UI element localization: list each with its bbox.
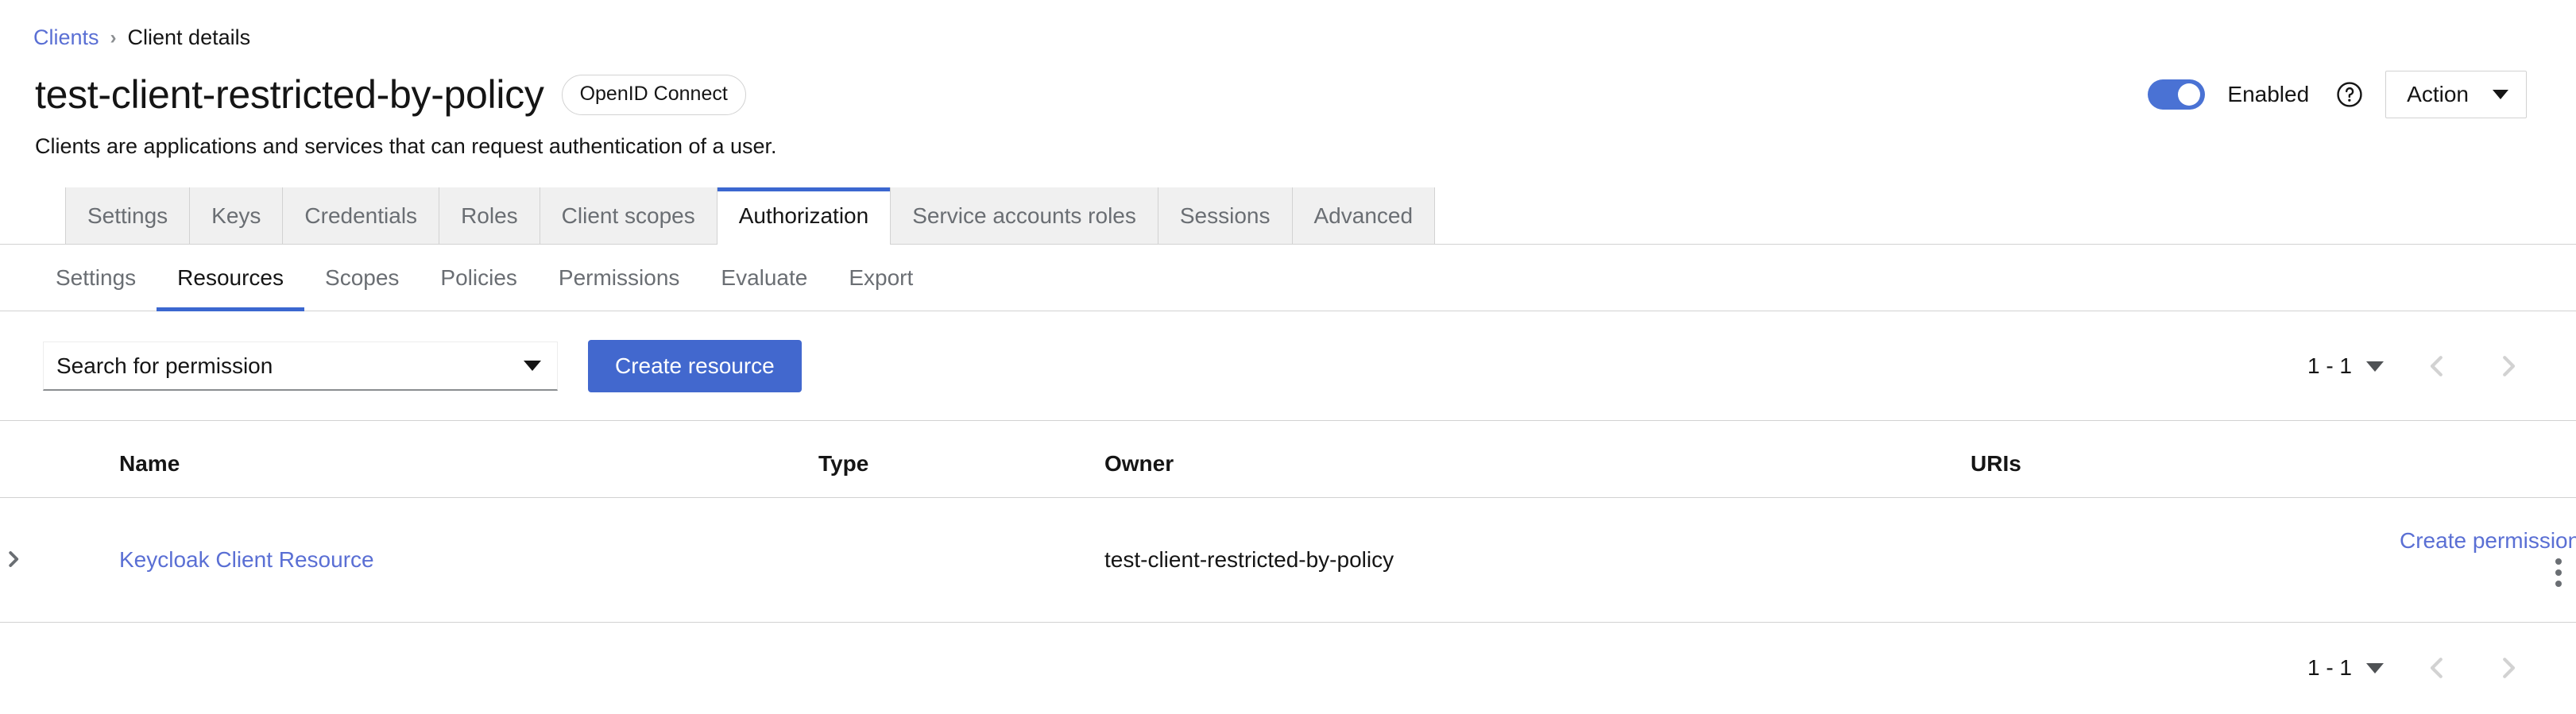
tab-client-scopes[interactable]: Client scopes — [540, 187, 717, 245]
column-header-expand — [0, 421, 119, 498]
caret-down-icon — [524, 361, 541, 371]
kebab-dot — [2555, 569, 2562, 576]
subtab-evaluate[interactable]: Evaluate — [700, 245, 828, 311]
subtab-label: Scopes — [325, 265, 399, 291]
page-title: test-client-restricted-by-policy — [35, 74, 544, 116]
column-header-uris: URIs — [1971, 421, 2400, 498]
pagination-prev-button[interactable] — [2419, 348, 2455, 384]
chevron-right-icon — [5, 549, 22, 569]
page-header-actions: Enabled Action — [2148, 71, 2527, 118]
row-expand-cell — [0, 498, 119, 623]
create-permission-link[interactable]: Create permission — [2400, 528, 2576, 553]
subtab-label: Permissions — [559, 265, 679, 291]
column-header-actions — [2400, 421, 2576, 498]
page-header-left: test-client-restricted-by-policy OpenID … — [35, 74, 746, 116]
pagination-range: 1 - 1 — [2307, 353, 2352, 379]
breadcrumb-item-client-details: Client details — [128, 27, 251, 48]
tab-label: Sessions — [1180, 203, 1271, 229]
subtab-permissions[interactable]: Permissions — [538, 245, 700, 311]
subtab-resources[interactable]: Resources — [157, 245, 304, 311]
subtab-settings[interactable]: Settings — [35, 245, 157, 311]
table-header: Name Type Owner URIs — [0, 421, 2576, 498]
tab-label: Authorization — [739, 203, 868, 229]
client-details-page: Clients › Client details test-client-res… — [0, 0, 2576, 714]
resource-name-link[interactable]: Keycloak Client Resource — [119, 547, 374, 572]
column-header-type: Type — [818, 421, 1104, 498]
subtab-scopes[interactable]: Scopes — [304, 245, 420, 311]
cell-name: Keycloak Client Resource — [119, 498, 818, 623]
help-circle-icon[interactable] — [2336, 81, 2363, 108]
tab-roles[interactable]: Roles — [439, 187, 540, 245]
primary-tabs: Settings Keys Credentials Roles Client s… — [65, 187, 2576, 245]
tab-advanced[interactable]: Advanced — [1293, 187, 1436, 245]
resources-toolbar: Search for permission Create resource 1 … — [0, 311, 2576, 421]
tab-label: Service accounts roles — [912, 203, 1136, 229]
tab-label: Client scopes — [562, 203, 695, 229]
subtab-label: Resources — [177, 265, 284, 291]
tab-label: Advanced — [1314, 203, 1414, 229]
resources-table: Name Type Owner URIs Keycloak Client Res… — [0, 421, 2576, 623]
tab-keys[interactable]: Keys — [190, 187, 283, 245]
breadcrumb-item-clients[interactable]: Clients — [33, 27, 99, 48]
kebab-menu-icon[interactable] — [2541, 554, 2576, 592]
pagination-next-button[interactable] — [2490, 348, 2527, 384]
pagination-prev-button[interactable] — [2419, 650, 2455, 686]
breadcrumb: Clients › Client details — [0, 0, 2576, 48]
kebab-dot — [2555, 581, 2562, 587]
page-header: test-client-restricted-by-policy OpenID … — [0, 48, 2576, 118]
table-row: Keycloak Client Resource test-client-res… — [0, 498, 2576, 623]
search-permission-select[interactable]: Search for permission — [43, 342, 558, 391]
tab-authorization[interactable]: Authorization — [717, 187, 891, 245]
chevron-left-icon — [2426, 655, 2448, 681]
secondary-tabs: Settings Resources Scopes Policies Permi… — [35, 245, 2576, 311]
enabled-toggle[interactable] — [2148, 79, 2205, 110]
pagination-bottom: 1 - 1 — [2307, 650, 2527, 686]
enabled-label: Enabled — [2227, 82, 2309, 107]
tab-label: Settings — [87, 203, 168, 229]
tab-sessions[interactable]: Sessions — [1158, 187, 1293, 245]
protocol-badge: OpenID Connect — [562, 75, 746, 115]
page-subtitle: Clients are applications and services th… — [0, 118, 2576, 160]
toggle-knob — [2178, 83, 2200, 106]
chevron-right-icon — [2497, 655, 2520, 681]
subtab-policies[interactable]: Policies — [420, 245, 537, 311]
chevron-right-icon: › — [110, 29, 117, 48]
row-expand-toggle[interactable] — [0, 546, 27, 573]
subtab-label: Export — [849, 265, 913, 291]
table-body: Keycloak Client Resource test-client-res… — [0, 498, 2576, 623]
cell-row-actions: Create permission — [2400, 498, 2576, 623]
create-resource-button[interactable]: Create resource — [588, 340, 802, 392]
cell-type — [818, 498, 1104, 623]
subtab-label: Policies — [440, 265, 516, 291]
column-header-name: Name — [119, 421, 818, 498]
pagination-bottom-wrapper: 1 - 1 — [0, 623, 2576, 686]
subtab-export[interactable]: Export — [828, 245, 934, 311]
tab-credentials[interactable]: Credentials — [283, 187, 439, 245]
tab-service-accounts-roles[interactable]: Service accounts roles — [891, 187, 1158, 245]
column-header-owner: Owner — [1104, 421, 1971, 498]
search-permission-value: Search for permission — [56, 353, 273, 379]
subtab-label: Evaluate — [721, 265, 807, 291]
caret-down-icon[interactable] — [2366, 361, 2384, 372]
action-dropdown-button[interactable]: Action — [2385, 71, 2527, 118]
pagination-next-button[interactable] — [2490, 650, 2527, 686]
table-header-row: Name Type Owner URIs — [0, 421, 2576, 498]
tab-settings[interactable]: Settings — [65, 187, 190, 245]
chevron-right-icon — [2497, 353, 2520, 379]
pagination-range: 1 - 1 — [2307, 655, 2352, 681]
subtab-label: Settings — [56, 265, 136, 291]
caret-down-icon — [2493, 90, 2508, 99]
caret-down-icon[interactable] — [2366, 663, 2384, 673]
cell-owner: test-client-restricted-by-policy — [1104, 498, 1971, 623]
chevron-left-icon — [2426, 353, 2448, 379]
kebab-dot — [2555, 558, 2562, 565]
tab-label: Keys — [211, 203, 261, 229]
tab-label: Credentials — [304, 203, 417, 229]
tab-label: Roles — [461, 203, 518, 229]
cell-uris — [1971, 498, 2400, 623]
pagination-top: 1 - 1 — [2307, 348, 2527, 384]
action-dropdown-label: Action — [2407, 82, 2469, 107]
